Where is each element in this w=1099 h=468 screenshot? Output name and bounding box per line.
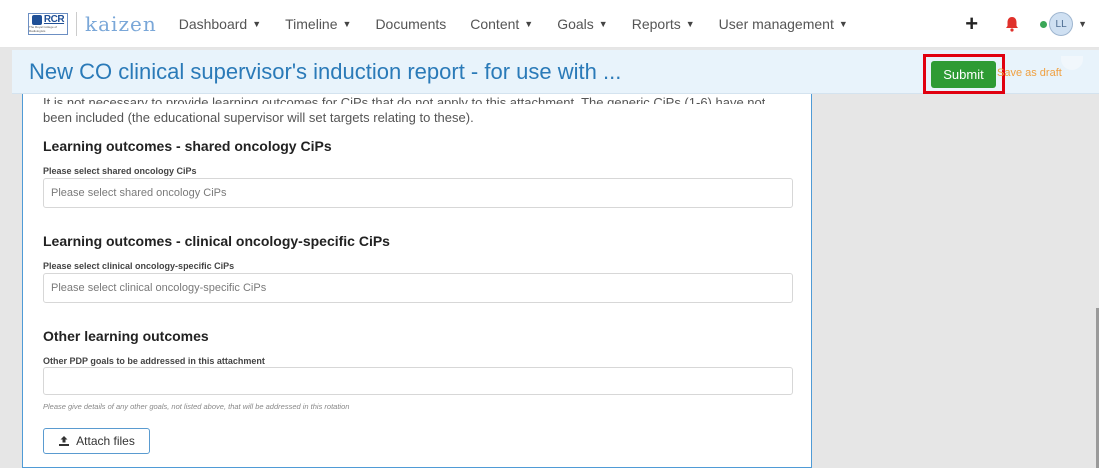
rcr-logo[interactable]: RCR The Royal College of Radiologists	[28, 12, 68, 35]
scroll-top-button[interactable]	[1061, 56, 1083, 70]
field-label-other: Other PDP goals to be addressed in this …	[43, 356, 265, 366]
select-placeholder: Please select shared oncology CiPs	[51, 187, 227, 199]
upload-icon	[59, 436, 70, 446]
chevron-down-icon: ▼	[252, 18, 262, 29]
nav-actions: + LL ▼	[965, 0, 1099, 48]
top-navbar: RCR The Royal College of Radiologists ka…	[0, 0, 1099, 48]
nav-content[interactable]: Content ▼	[470, 16, 533, 32]
form-panel: It is not necessary to provide learning …	[22, 94, 812, 468]
chevron-down-icon: ▼	[342, 18, 352, 29]
avatar[interactable]: LL	[1049, 12, 1074, 36]
section-title-other: Other learning outcomes	[43, 328, 209, 344]
attach-files-button[interactable]: Attach files	[43, 428, 150, 454]
save-as-draft-link[interactable]: Save as draft	[997, 67, 1062, 79]
chevron-down-icon: ▼	[598, 18, 608, 29]
nav-timeline[interactable]: Timeline ▼	[285, 16, 351, 32]
select-placeholder: Please select clinical oncology-specific…	[51, 282, 267, 294]
clinical-cips-select[interactable]: Please select clinical oncology-specific…	[43, 273, 793, 303]
nav-user-management[interactable]: User management ▼	[719, 16, 848, 32]
chevron-down-icon: ▼	[838, 18, 848, 29]
chevron-down-icon: ▼	[524, 18, 534, 29]
intro-text: been included (the educational superviso…	[43, 110, 474, 125]
online-status-dot	[1040, 20, 1048, 28]
submit-button[interactable]: Submit	[931, 61, 996, 88]
field-label-clinical: Please select clinical oncology-specific…	[43, 261, 235, 271]
plus-icon[interactable]: +	[965, 13, 978, 35]
other-goals-input[interactable]	[43, 367, 793, 395]
section-title-shared: Learning outcomes - shared oncology CiPs	[43, 138, 332, 154]
chevron-down-icon: ▼	[685, 18, 695, 29]
form-title-bar: New CO clinical supervisor's induction r…	[12, 50, 1099, 94]
brand-name[interactable]: kaizen	[76, 11, 157, 36]
field-label-shared: Please select shared oncology CiPs	[43, 166, 197, 176]
nav-dashboard[interactable]: Dashboard ▼	[179, 16, 261, 32]
nav-documents[interactable]: Documents	[375, 16, 446, 32]
logo-subtitle: The Royal College of Radiologists	[29, 25, 58, 33]
nav-reports[interactable]: Reports ▼	[632, 16, 695, 32]
logo-abbr: RCR	[43, 14, 65, 25]
bell-icon[interactable]	[1002, 14, 1022, 34]
section-title-clinical: Learning outcomes - clinical oncology-sp…	[43, 233, 390, 249]
attach-files-label: Attach files	[76, 434, 135, 448]
crest-icon	[31, 14, 42, 25]
main-nav: Dashboard ▼ Timeline ▼ Documents Content ▼ …	[179, 16, 872, 32]
shared-cips-select[interactable]: Please select shared oncology CiPs	[43, 178, 793, 208]
other-goals-help: Please give details of any other goals, …	[43, 402, 350, 411]
intro-text-partial: It is not necessary to provide learning …	[43, 95, 766, 104]
nav-goals[interactable]: Goals ▼	[557, 16, 608, 32]
page-title: New CO clinical supervisor's induction r…	[29, 58, 622, 84]
chevron-down-icon[interactable]: ▼	[1078, 19, 1087, 29]
